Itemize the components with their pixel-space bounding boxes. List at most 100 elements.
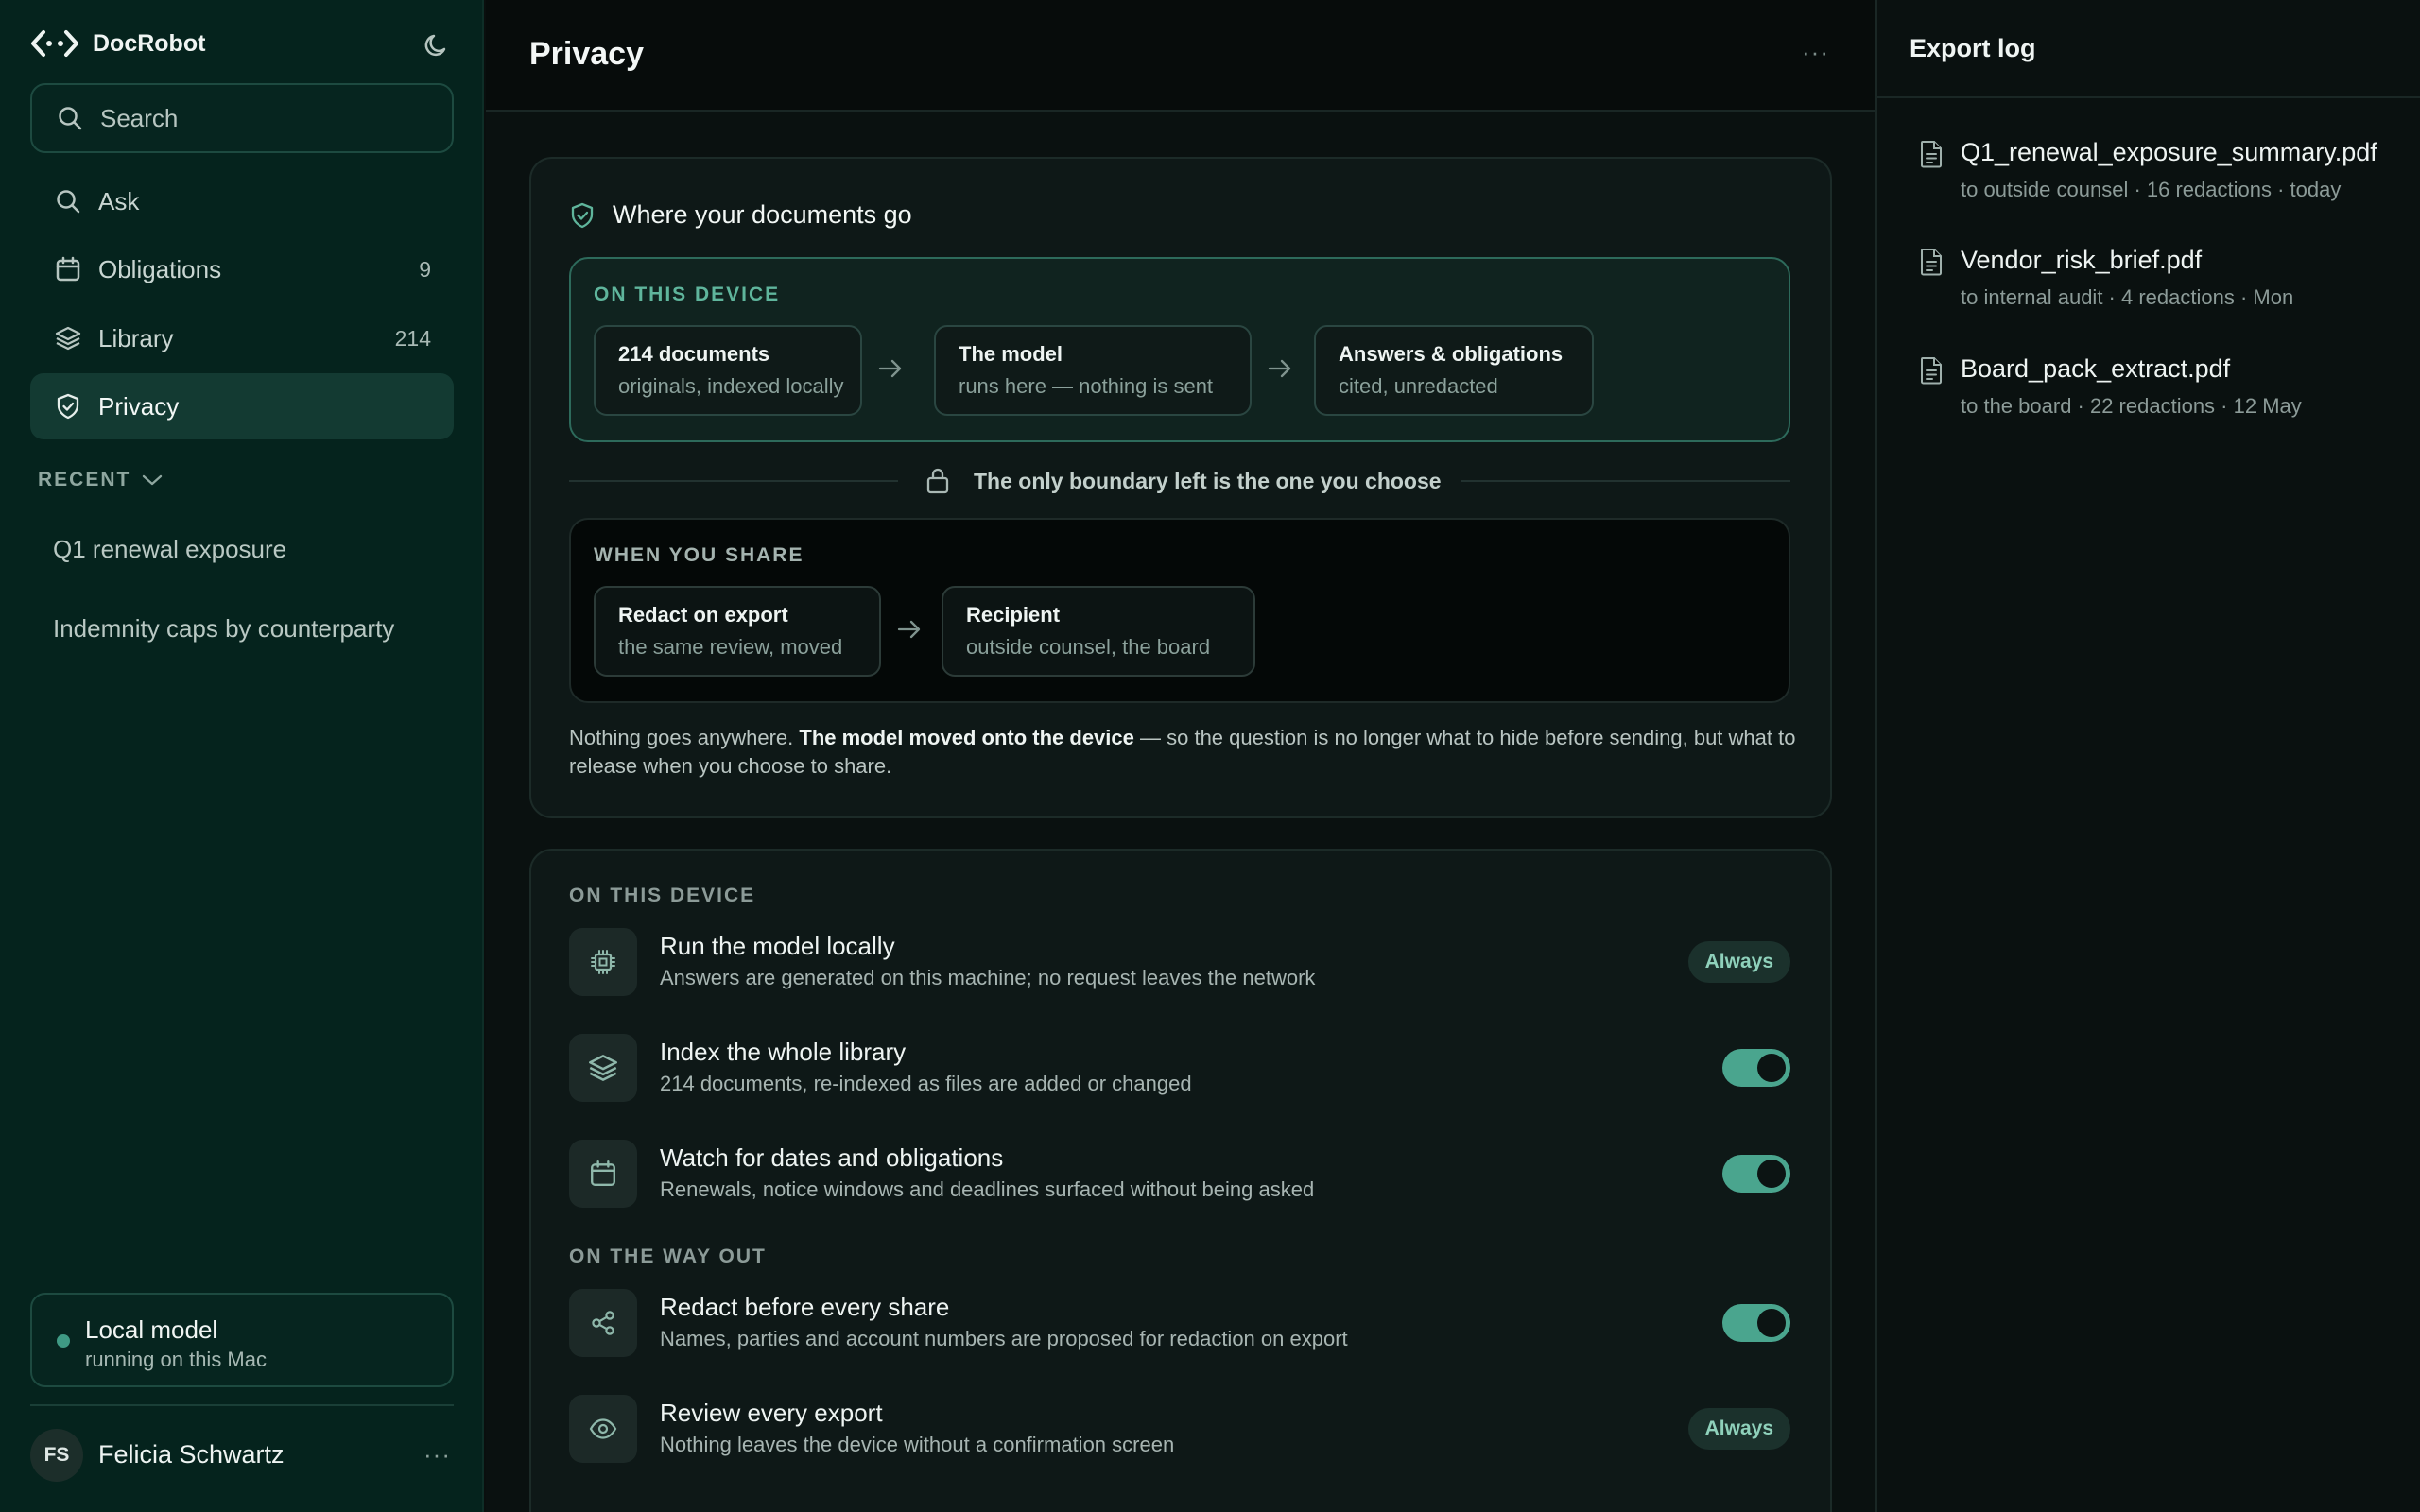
recent-item[interactable]: Indemnity caps by counterparty [53,614,394,644]
sidebar-item-label: Obligations [98,254,222,284]
layers-icon [569,1034,637,1102]
page-title: Privacy [529,36,644,72]
share-zone: WHEN YOU SHARE Redact on export the same… [569,518,1790,703]
export-log-item[interactable]: Q1_renewal_exposure_summary.pdf to outsi… [1919,138,2411,223]
calendar-icon [569,1140,637,1208]
flow-node-recipient: Recipient outside counsel, the board [942,586,1255,677]
panel-header: Export log [1877,0,2420,98]
layers-icon [55,325,81,352]
recent-item[interactable]: Q1 renewal exposure [53,535,286,564]
calendar-icon [55,256,81,283]
setting-title: Index the whole library [660,1038,907,1066]
flow-node-subtitle: runs here — nothing is sent [959,374,1214,398]
chip-icon [569,928,637,996]
shield-check-icon [569,202,596,229]
eye-icon [569,1395,637,1463]
sidebar-item-ask[interactable]: Ask [30,168,454,234]
export-file-name: Q1_renewal_exposure_summary.pdf [1961,138,2377,166]
watch-dates-toggle[interactable] [1722,1155,1790,1193]
setting-index-library: Index the whole library 214 documents, r… [569,1034,1790,1106]
sidebar-item-library[interactable]: Library 214 [30,305,454,371]
document-icon [1919,356,1944,385]
index-library-toggle[interactable] [1722,1049,1790,1087]
flow-node-title: Answers & obligations [1339,342,1564,366]
sidebar: DocRobot Ask Obligations 9 Library 214 [0,0,484,1512]
setting-review-export: Review every export Nothing leaves the d… [569,1395,1790,1467]
export-meta: to outside counsel · 16 redactions · tod… [1961,178,2342,201]
flow-node-title: 214 documents [618,342,770,366]
chevron-down-icon [142,473,163,487]
flow-node-answers: Answers & obligations cited, unredacted [1314,325,1594,416]
sidebar-item-label: Ask [98,186,140,215]
flow-node-title: Recipient [966,603,1061,627]
zone-label: ON THIS DEVICE [594,284,781,305]
zone-label: WHEN YOU SHARE [594,544,804,566]
export-log-item[interactable]: Vendor_risk_brief.pdf to internal audit … [1919,246,2411,331]
export-meta: to the board · 22 redactions · 12 May [1961,394,2302,418]
status-dot [57,1334,70,1348]
setting-description: Names, parties and account numbers are p… [660,1327,1348,1350]
user-name[interactable]: Felicia Schwartz [98,1440,285,1469]
export-log-panel: Export log Q1_renewal_exposure_summary.p… [1876,0,2420,1512]
setting-title: Review every export [660,1399,883,1427]
lock-icon [925,467,951,495]
documents-flow-card: Where your documents go ON THIS DEVICE 2… [529,157,1832,818]
count-badge: 214 [394,325,431,351]
local-model-status[interactable]: Local model running on this Mac [30,1293,454,1387]
brand[interactable]: DocRobot [30,26,205,60]
avatar[interactable]: FS [30,1429,83,1482]
recent-section-toggle[interactable]: RECENT [38,469,163,491]
search-icon [55,188,81,215]
card-heading-text: Where your documents go [613,200,912,229]
section-label: ON THIS DEVICE [569,885,756,906]
boundary-text: The only boundary left is the one you ch… [974,469,1442,493]
search-box[interactable] [30,83,454,153]
toggle-knob [1757,1054,1786,1082]
flow-node-subtitle: outside counsel, the board [966,635,1211,659]
setting-watch-dates: Watch for dates and obligations Renewals… [569,1140,1790,1211]
flow-node-documents: 214 documents originals, indexed locally [594,325,862,416]
section-label: ON THE WAY OUT [569,1246,767,1267]
setting-title: Run the model locally [660,932,895,960]
export-meta: to internal audit · 4 redactions · Mon [1961,285,2294,309]
search-input[interactable] [100,103,422,133]
sidebar-item-privacy[interactable]: Privacy [30,373,454,439]
setting-description: 214 documents, re-indexed as files are a… [660,1072,1192,1095]
local-model-title: Local model [85,1315,218,1344]
setting-description: Nothing leaves the device without a conf… [660,1433,1175,1456]
document-icon [1919,140,1944,168]
setting-run-locally: Run the model locally Answers are genera… [569,928,1790,1000]
moon-icon[interactable] [422,30,452,60]
boundary-divider: The only boundary left is the one you ch… [569,459,1790,503]
redact-share-toggle[interactable] [1722,1304,1790,1342]
arrow-right-icon [896,618,923,641]
user-more-button[interactable]: ··· [424,1440,451,1469]
arrow-right-icon [877,357,904,380]
more-options-button[interactable]: ··· [1802,38,1829,67]
export-log-item[interactable]: Board_pack_extract.pdf to the board · 22… [1919,354,2411,439]
divider [569,480,898,482]
flow-node-redact: Redact on export the same review, moved [594,586,881,677]
card-heading: Where your documents go [569,200,912,230]
sidebar-item-label: Library [98,323,174,352]
toggle-knob [1757,1160,1786,1188]
setting-redact-share: Redact before every share Names, parties… [569,1289,1790,1361]
divider [30,1404,454,1406]
divider [1461,480,1790,482]
flow-node-subtitle: cited, unredacted [1339,374,1498,398]
always-badge: Always [1687,1408,1790,1450]
flow-node-model: The model runs here — nothing is sent [934,325,1252,416]
arrow-right-icon [1267,357,1293,380]
app-name: DocRobot [93,29,206,57]
recent-label: RECENT [38,469,131,490]
setting-description: Renewals, notice windows and deadlines s… [660,1177,1315,1201]
on-device-zone: ON THIS DEVICE 214 documents originals, … [569,257,1790,442]
sidebar-item-obligations[interactable]: Obligations 9 [30,236,454,302]
setting-title: Redact before every share [660,1293,950,1321]
count-badge: 9 [419,256,431,282]
code-brackets-logo-icon [30,26,79,60]
page-header: Privacy ··· [486,0,1876,112]
document-icon [1919,248,1944,276]
flow-node-subtitle: originals, indexed locally [618,374,844,398]
privacy-settings-card: ON THIS DEVICE Run the model locally Ans… [529,849,1832,1512]
